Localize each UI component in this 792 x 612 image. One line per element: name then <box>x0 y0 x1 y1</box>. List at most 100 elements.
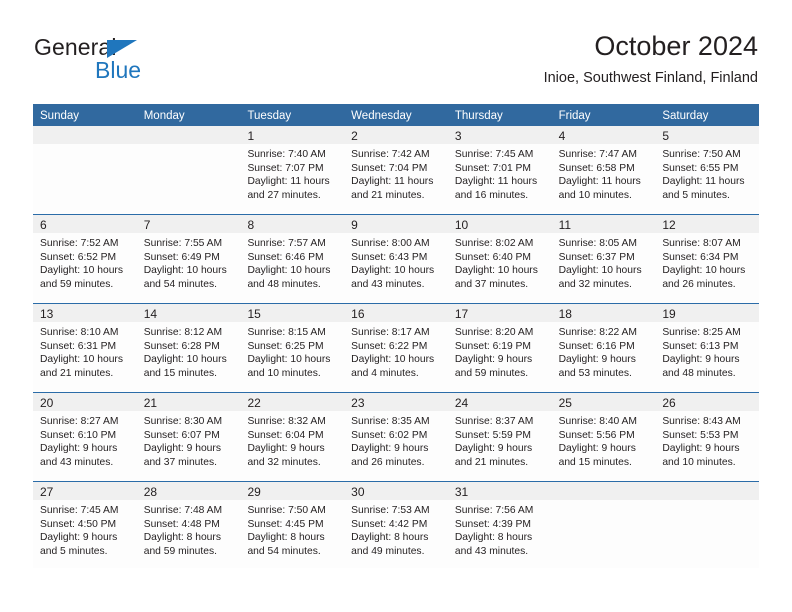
sunset-text: Sunset: 5:59 PM <box>454 429 532 441</box>
day-number: 9 <box>351 218 358 232</box>
daylight-text-line1: Daylight: 11 hours <box>558 176 641 187</box>
daylight-text-line2: and 15 minutes. <box>143 367 217 379</box>
sunset-text: Sunset: 6:13 PM <box>662 340 739 352</box>
day-cell[interactable]: 21 Sunrise: 8:30 AM Sunset: 6:07 PM Dayl… <box>136 393 241 481</box>
generalblue-logo[interactable]: General Blue <box>34 34 224 92</box>
day-number-band: 2 <box>344 126 448 144</box>
day-cell[interactable]: 2 Sunrise: 7:42 AM Sunset: 7:04 PM Dayli… <box>344 126 448 214</box>
daylight-text-line2: and 21 minutes. <box>454 456 529 468</box>
sunset-text: Sunset: 7:04 PM <box>351 162 428 174</box>
daylight-text-line1: Daylight: 10 hours <box>40 265 123 276</box>
day-cell[interactable]: 25 Sunrise: 8:40 AM Sunset: 5:56 PM Dayl… <box>551 393 656 481</box>
day-cell[interactable]: 1 Sunrise: 7:40 AM Sunset: 7:07 PM Dayli… <box>240 126 345 214</box>
day-cell[interactable] <box>33 126 137 214</box>
sunrise-text: Sunrise: 8:12 AM <box>143 327 223 338</box>
daylight-text-line1: Daylight: 10 hours <box>247 265 331 276</box>
sunset-text: Sunset: 6:04 PM <box>247 429 324 441</box>
day-cell[interactable]: 22 Sunrise: 8:32 AM Sunset: 6:04 PM Dayl… <box>240 393 345 481</box>
daylight-text-line2: and 54 minutes. <box>143 278 217 290</box>
sunrise-text: Sunrise: 7:50 AM <box>247 505 326 516</box>
page-title: October 2024 <box>594 31 758 61</box>
day-cell[interactable] <box>655 482 760 568</box>
day-cell[interactable]: 8 Sunrise: 7:57 AM Sunset: 6:46 PM Dayli… <box>240 215 345 303</box>
day-cell[interactable]: 26 Sunrise: 8:43 AM Sunset: 5:53 PM Dayl… <box>655 393 760 481</box>
day-cell[interactable]: 12 Sunrise: 8:07 AM Sunset: 6:34 PM Dayl… <box>655 215 760 303</box>
daylight-text-line2: and 43 minutes. <box>454 545 529 557</box>
day-number: 26 <box>662 396 676 410</box>
day-cell[interactable]: 27 Sunrise: 7:45 AM Sunset: 4:50 PM Dayl… <box>33 482 137 568</box>
daylight-text-line2: and 48 minutes. <box>662 367 736 379</box>
weekday-header-saturday: Saturday <box>662 110 709 122</box>
day-cell[interactable]: 28 Sunrise: 7:48 AM Sunset: 4:48 PM Dayl… <box>136 482 241 568</box>
day-cell[interactable]: 9 Sunrise: 8:00 AM Sunset: 6:43 PM Dayli… <box>344 215 448 303</box>
day-cell[interactable]: 6 Sunrise: 7:52 AM Sunset: 6:52 PM Dayli… <box>33 215 137 303</box>
day-details: Sunrise: 7:50 AM Sunset: 6:55 PM Dayligh… <box>655 144 759 202</box>
daylight-text-line1: Daylight: 9 hours <box>454 354 533 365</box>
sunrise-text: Sunrise: 8:27 AM <box>40 416 119 427</box>
day-details: Sunrise: 8:27 AM Sunset: 6:10 PM Dayligh… <box>33 411 137 469</box>
day-details: Sunrise: 8:12 AM Sunset: 6:28 PM Dayligh… <box>137 322 241 380</box>
day-cell[interactable]: 23 Sunrise: 8:35 AM Sunset: 6:02 PM Dayl… <box>344 393 448 481</box>
sunset-text: Sunset: 6:58 PM <box>558 162 635 174</box>
day-cell[interactable] <box>136 126 241 214</box>
day-cell[interactable] <box>551 482 656 568</box>
day-number-band: 4 <box>551 126 656 144</box>
daylight-text-line1: Daylight: 9 hours <box>558 443 636 454</box>
daylight-text-line1: Daylight: 10 hours <box>662 265 746 276</box>
daylight-text-line2: and 32 minutes. <box>558 278 632 290</box>
day-cell[interactable]: 31 Sunrise: 7:56 AM Sunset: 4:39 PM Dayl… <box>447 482 552 568</box>
day-cell[interactable]: 24 Sunrise: 8:37 AM Sunset: 5:59 PM Dayl… <box>447 393 552 481</box>
day-cell[interactable]: 16 Sunrise: 8:17 AM Sunset: 6:22 PM Dayl… <box>344 304 448 392</box>
day-details: Sunrise: 8:43 AM Sunset: 5:53 PM Dayligh… <box>655 411 759 469</box>
day-number-band: 21 <box>136 393 241 411</box>
weekday-header-monday: Monday <box>143 110 185 122</box>
sunrise-text: Sunrise: 7:48 AM <box>143 505 223 516</box>
day-number-band: 23 <box>344 393 448 411</box>
day-number: 15 <box>247 307 261 321</box>
day-cell[interactable]: 18 Sunrise: 8:22 AM Sunset: 6:16 PM Dayl… <box>551 304 656 392</box>
day-cell[interactable]: 30 Sunrise: 7:53 AM Sunset: 4:42 PM Dayl… <box>344 482 448 568</box>
day-number-band: 20 <box>33 393 137 411</box>
day-number: 25 <box>558 396 572 410</box>
day-cell[interactable]: 19 Sunrise: 8:25 AM Sunset: 6:13 PM Dayl… <box>655 304 760 392</box>
sunset-text: Sunset: 6:07 PM <box>143 429 220 441</box>
sunset-text: Sunset: 5:56 PM <box>558 429 635 441</box>
day-cell[interactable]: 11 Sunrise: 8:05 AM Sunset: 6:37 PM Dayl… <box>551 215 656 303</box>
day-number-band: 12 <box>655 215 760 233</box>
daylight-text-line2: and 26 minutes. <box>351 456 425 468</box>
daylight-text-line2: and 15 minutes. <box>558 456 632 468</box>
day-details: Sunrise: 8:05 AM Sunset: 6:37 PM Dayligh… <box>552 233 656 291</box>
daylight-text-line1: Daylight: 10 hours <box>351 354 435 365</box>
daylight-text-line1: Daylight: 11 hours <box>247 176 330 187</box>
daylight-text-line1: Daylight: 8 hours <box>143 532 221 543</box>
sunset-text: Sunset: 6:31 PM <box>40 340 117 352</box>
day-cell[interactable]: 20 Sunrise: 8:27 AM Sunset: 6:10 PM Dayl… <box>33 393 137 481</box>
day-number-band <box>551 482 656 500</box>
day-cell[interactable]: 14 Sunrise: 8:12 AM Sunset: 6:28 PM Dayl… <box>136 304 241 392</box>
day-number-band: 8 <box>240 215 345 233</box>
day-cell[interactable]: 13 Sunrise: 8:10 AM Sunset: 6:31 PM Dayl… <box>33 304 137 392</box>
day-number: 17 <box>454 307 469 321</box>
day-details: Sunrise: 7:40 AM Sunset: 7:07 PM Dayligh… <box>240 144 344 202</box>
daylight-text-line2: and 10 minutes. <box>662 456 736 468</box>
day-number: 12 <box>662 218 676 232</box>
day-cell[interactable]: 29 Sunrise: 7:50 AM Sunset: 4:45 PM Dayl… <box>240 482 345 568</box>
day-number-band <box>33 126 137 144</box>
day-cell[interactable]: 15 Sunrise: 8:15 AM Sunset: 6:25 PM Dayl… <box>240 304 345 392</box>
day-cell[interactable]: 3 Sunrise: 7:45 AM Sunset: 7:01 PM Dayli… <box>447 126 552 214</box>
sunrise-text: Sunrise: 7:45 AM <box>40 505 119 516</box>
page-subtitle-location: Inioe, Southwest Finland, Finland <box>543 70 758 86</box>
day-number-band: 24 <box>447 393 552 411</box>
day-cell[interactable]: 4 Sunrise: 7:47 AM Sunset: 6:58 PM Dayli… <box>551 126 656 214</box>
day-cell[interactable]: 5 Sunrise: 7:50 AM Sunset: 6:55 PM Dayli… <box>655 126 760 214</box>
sunrise-text: Sunrise: 8:30 AM <box>143 416 223 427</box>
day-details: Sunrise: 8:30 AM Sunset: 6:07 PM Dayligh… <box>137 411 241 469</box>
calendar-page: General Blue October 2024 Inioe, Southwe… <box>0 0 792 612</box>
sunrise-text: Sunrise: 7:40 AM <box>247 149 326 160</box>
day-cell[interactable]: 17 Sunrise: 8:20 AM Sunset: 6:19 PM Dayl… <box>447 304 552 392</box>
day-cell[interactable]: 7 Sunrise: 7:55 AM Sunset: 6:49 PM Dayli… <box>136 215 241 303</box>
sunrise-text: Sunrise: 7:42 AM <box>351 149 430 160</box>
day-cell[interactable]: 10 Sunrise: 8:02 AM Sunset: 6:40 PM Dayl… <box>447 215 552 303</box>
sunrise-text: Sunrise: 7:56 AM <box>454 505 534 516</box>
day-number: 3 <box>454 129 462 143</box>
